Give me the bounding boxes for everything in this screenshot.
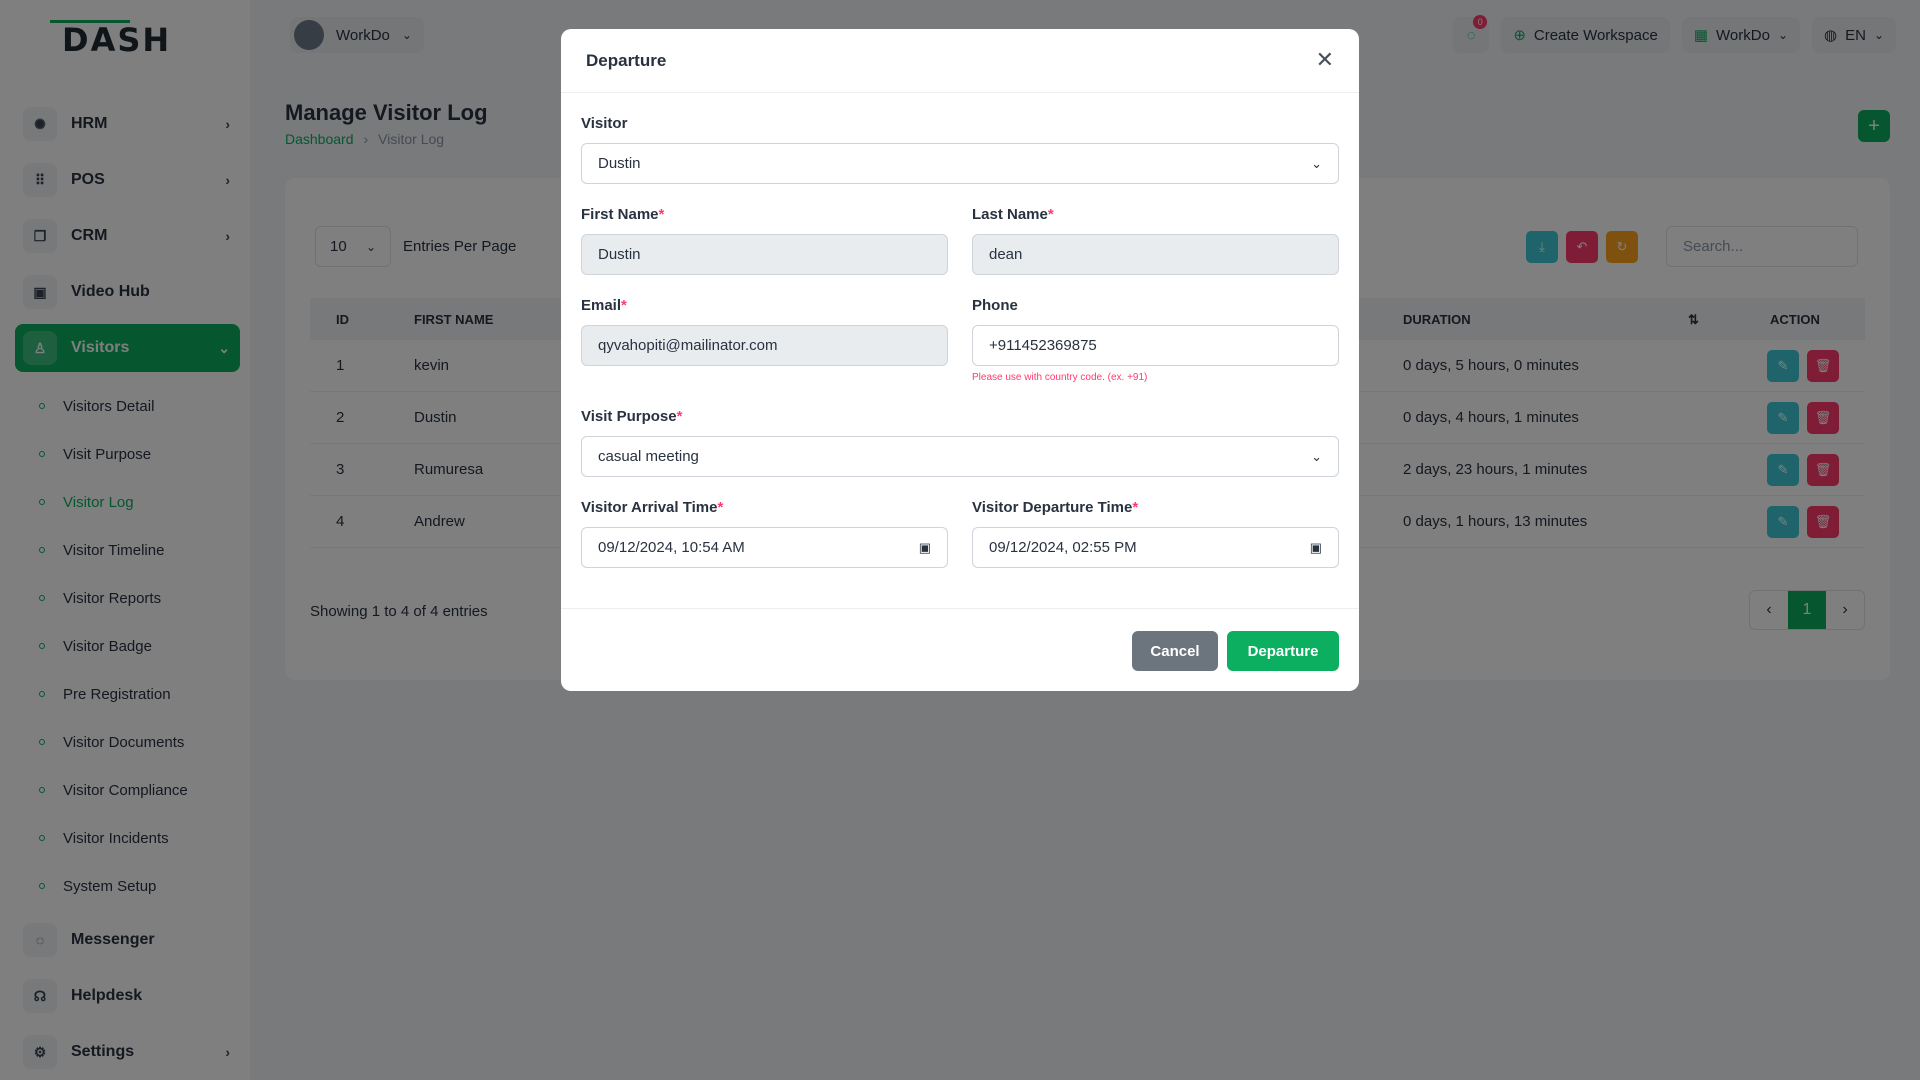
- phone-hint: Please use with country code. (ex. +91): [972, 372, 1148, 383]
- calendar-icon[interactable]: ▣: [919, 540, 931, 556]
- chevron-down-icon: ⌄: [1311, 155, 1322, 171]
- visit-purpose-label-text: Visit Purpose: [581, 408, 677, 425]
- required-mark: *: [658, 206, 665, 223]
- arrival-time-label-text: Visitor Arrival Time: [581, 499, 718, 516]
- departure-modal: Departure ✕ Visitor Dustin ⌄ First Name*…: [561, 29, 1359, 691]
- modal-title: Departure: [586, 50, 667, 70]
- arrival-time-value: 09/12/2024, 10:54 AM: [598, 539, 745, 556]
- calendar-icon[interactable]: ▣: [1310, 540, 1322, 556]
- required-mark: *: [621, 297, 627, 314]
- first-name-label-text: First Name: [581, 206, 659, 223]
- arrival-time-field[interactable]: 09/12/2024, 10:54 AM ▣: [581, 527, 948, 568]
- last-name-value: dean: [989, 246, 1023, 263]
- required-mark: *: [676, 408, 683, 425]
- required-mark: *: [1047, 206, 1054, 223]
- phone-label-text: Phone: [972, 297, 1018, 314]
- chevron-down-icon: ⌄: [1311, 448, 1322, 464]
- visitor-select[interactable]: Dustin ⌄: [581, 143, 1339, 184]
- modal-header: Departure ✕: [561, 29, 1359, 93]
- modal-footer: Cancel Departure: [561, 608, 1359, 691]
- departure-submit-button[interactable]: Departure: [1227, 631, 1339, 671]
- email-field[interactable]: qyvahopiti@mailinator.com: [581, 325, 948, 366]
- required-mark: *: [1132, 499, 1139, 516]
- visit-purpose-value: casual meeting: [598, 448, 699, 465]
- last-name-label: Last Name*: [972, 206, 1054, 223]
- visit-purpose-label: Visit Purpose*: [581, 408, 682, 425]
- departure-time-label: Visitor Departure Time*: [972, 499, 1138, 516]
- phone-label: Phone: [972, 297, 1018, 314]
- visitor-label: Visitor: [581, 115, 627, 132]
- departure-time-label-text: Visitor Departure Time: [972, 499, 1133, 516]
- departure-time-value: 09/12/2024, 02:55 PM: [989, 539, 1137, 556]
- email-label-text: Email: [581, 297, 622, 314]
- last-name-label-text: Last Name: [972, 206, 1048, 223]
- phone-field[interactable]: +911452369875: [972, 325, 1339, 366]
- first-name-value: Dustin: [598, 246, 641, 263]
- last-name-field[interactable]: dean: [972, 234, 1339, 275]
- departure-time-field[interactable]: 09/12/2024, 02:55 PM ▣: [972, 527, 1339, 568]
- phone-value: +911452369875: [989, 337, 1097, 354]
- arrival-time-label: Visitor Arrival Time*: [581, 499, 723, 516]
- close-icon[interactable]: ✕: [1316, 48, 1334, 73]
- required-mark: *: [717, 499, 724, 516]
- first-name-label: First Name*: [581, 206, 664, 223]
- first-name-field[interactable]: Dustin: [581, 234, 948, 275]
- cancel-button[interactable]: Cancel: [1132, 631, 1218, 671]
- email-label: Email*: [581, 297, 627, 314]
- visitor-value: Dustin: [598, 155, 641, 172]
- visitor-label-text: Visitor: [581, 115, 628, 132]
- email-value: qyvahopiti@mailinator.com: [598, 337, 778, 354]
- visit-purpose-select[interactable]: casual meeting ⌄: [581, 436, 1339, 477]
